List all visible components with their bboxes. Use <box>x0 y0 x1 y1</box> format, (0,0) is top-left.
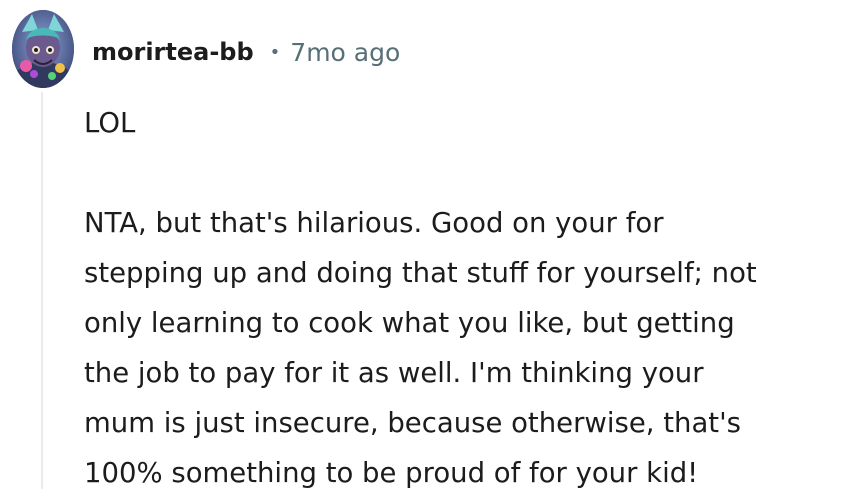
thread-line[interactable] <box>41 92 43 489</box>
comment-line: stepping up and doing that stuff for you… <box>84 257 757 289</box>
timestamp-link[interactable]: 7mo ago <box>290 38 400 67</box>
comment-line: NTA, but that's hilarious. Good on your … <box>84 207 664 239</box>
comment-header: morirtea-bb • 7mo ago <box>92 30 400 74</box>
comment: morirtea-bb • 7mo ago LOL NTA, but that'… <box>0 0 855 489</box>
comment-line: mum is just insecure, because otherwise,… <box>84 407 741 439</box>
comment-line: only learning to cook what you like, but… <box>84 307 735 339</box>
comment-body: LOL NTA, but that's hilarious. Good on y… <box>84 98 844 498</box>
avatar[interactable] <box>12 10 74 88</box>
meta-separator: • <box>269 41 281 63</box>
username-link[interactable]: morirtea-bb <box>92 38 254 66</box>
comment-line: LOL <box>84 107 136 139</box>
user-avatar-icon <box>12 10 74 88</box>
comment-line: 100% something to be proud of for your k… <box>84 457 699 489</box>
comment-line: the job to pay for it as well. I'm think… <box>84 357 704 389</box>
